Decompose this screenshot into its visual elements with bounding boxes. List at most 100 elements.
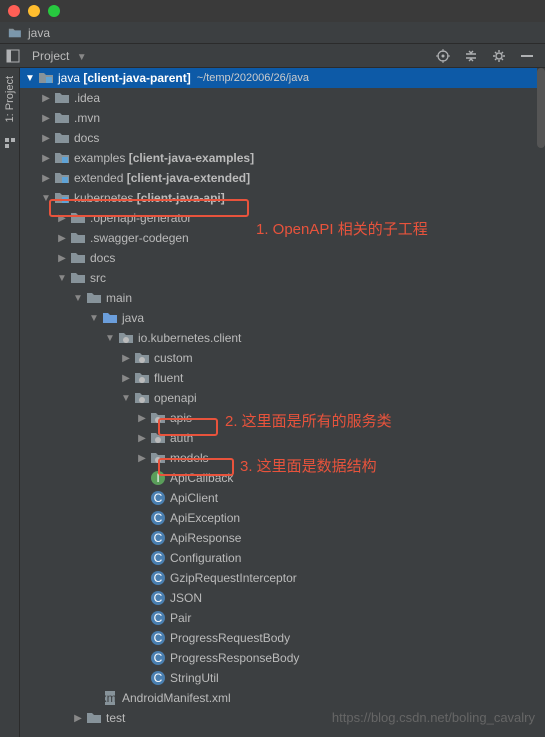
module-icon xyxy=(54,171,70,185)
tree-row[interactable]: C Pair xyxy=(20,608,545,628)
tree-row[interactable]: CConfiguration xyxy=(20,548,545,568)
minimize-button[interactable] xyxy=(28,5,40,17)
view-label: Project xyxy=(32,49,69,63)
node-label: models xyxy=(170,451,209,465)
breadcrumb[interactable]: java xyxy=(0,22,545,44)
tree-row[interactable]: CGzipRequestInterceptor xyxy=(20,568,545,588)
tree-row[interactable]: C ProgressResponseBody xyxy=(20,648,545,668)
tree-row[interactable]: ▶docs xyxy=(20,248,545,268)
tree-row[interactable]: ▶ apis xyxy=(20,408,545,428)
class-icon: C xyxy=(150,671,166,685)
node-label: examples [client-java-examples] xyxy=(74,151,254,165)
class-icon: C xyxy=(150,511,166,525)
tree-row[interactable]: ▼kubernetes [client-java-api] xyxy=(20,188,545,208)
xml-icon: xml xyxy=(102,691,118,705)
node-label: ApiException xyxy=(170,511,240,525)
expand-arrow[interactable]: ▼ xyxy=(72,293,84,304)
tree-row[interactable]: C ProgressRequestBody xyxy=(20,628,545,648)
tree-row[interactable]: ▶extended [client-java-extended] xyxy=(20,168,545,188)
node-label: main xyxy=(106,291,132,305)
tree-row[interactable]: ▶.mvn xyxy=(20,108,545,128)
expand-arrow[interactable]: ▶ xyxy=(56,233,68,244)
node-label: io.kubernetes.client xyxy=(138,331,241,345)
node-label: apis xyxy=(170,411,192,425)
project-tree[interactable]: ▼ java [client-java-parent] ~/temp/20200… xyxy=(20,68,545,737)
tree-row[interactable]: ▶ custom xyxy=(20,348,545,368)
expand-arrow[interactable]: ▶ xyxy=(40,133,52,144)
sidebar-tab-project[interactable]: 1: Project xyxy=(4,72,16,126)
tree-row[interactable]: xml AndroidManifest.xml xyxy=(20,688,545,708)
gear-icon[interactable] xyxy=(491,48,507,64)
expand-arrow[interactable]: ▼ xyxy=(104,333,116,344)
module-icon xyxy=(38,71,54,85)
node-label: Pair xyxy=(170,611,191,625)
tree-row[interactable]: ▼src xyxy=(20,268,545,288)
tree-row[interactable]: ▶ auth xyxy=(20,428,545,448)
tree-row[interactable]: C StringUtil xyxy=(20,668,545,688)
module-icon xyxy=(54,151,70,165)
close-button[interactable] xyxy=(8,5,20,17)
expand-arrow[interactable]: ▶ xyxy=(120,373,132,384)
expand-arrow[interactable]: ▶ xyxy=(40,173,52,184)
chevron-down-icon: ▼ xyxy=(77,52,87,63)
expand-arrow[interactable]: ▼ xyxy=(120,393,132,404)
expand-arrow[interactable]: ▶ xyxy=(56,253,68,264)
tree-row[interactable]: ▶.openapi-generator xyxy=(20,208,545,228)
tree-row[interactable]: CApiClient xyxy=(20,488,545,508)
tree-row[interactable]: ▶ examples [client-java-examples] xyxy=(20,148,545,168)
tree-row[interactable]: IApiCallback xyxy=(20,468,545,488)
expand-arrow[interactable]: ▼ xyxy=(56,273,68,284)
expand-arrow[interactable]: ▶ xyxy=(120,353,132,364)
svg-text:xml: xml xyxy=(102,691,118,705)
scrollbar-thumb[interactable] xyxy=(537,68,545,148)
view-selector[interactable]: Project ▼ xyxy=(32,49,87,63)
tree-row[interactable]: ▼ java xyxy=(20,308,545,328)
expand-arrow[interactable]: ▶ xyxy=(40,113,52,124)
tree-row[interactable]: CApiResponse xyxy=(20,528,545,548)
locate-icon[interactable] xyxy=(435,48,451,64)
node-label: docs xyxy=(74,131,99,145)
expand-arrow[interactable]: ▶ xyxy=(72,713,84,724)
node-label: java xyxy=(122,311,144,325)
svg-text:C: C xyxy=(154,511,163,525)
expand-arrow[interactable]: ▶ xyxy=(40,93,52,104)
node-label: ProgressRequestBody xyxy=(170,631,290,645)
hide-icon[interactable] xyxy=(519,48,535,64)
maximize-button[interactable] xyxy=(48,5,60,17)
collapse-icon[interactable] xyxy=(463,48,479,64)
tree-row[interactable]: ▼ main xyxy=(20,288,545,308)
node-label: ProgressResponseBody xyxy=(170,651,299,665)
node-label: custom xyxy=(154,351,193,365)
tree-row[interactable]: ▶fluent xyxy=(20,368,545,388)
structure-tab-icon[interactable] xyxy=(3,136,17,150)
tree-row[interactable]: ▶ models xyxy=(20,448,545,468)
tree-row[interactable]: ▼ openapi xyxy=(20,388,545,408)
node-label: openapi xyxy=(154,391,197,405)
svg-text:C: C xyxy=(154,651,163,665)
tree-row[interactable]: C ApiException xyxy=(20,508,545,528)
svg-text:C: C xyxy=(154,611,163,625)
expand-arrow[interactable]: ▼ xyxy=(40,193,52,204)
node-label: test xyxy=(106,711,125,725)
expand-arrow[interactable]: ▼ xyxy=(24,73,36,84)
left-gutter: 1: Project xyxy=(0,68,20,737)
expand-arrow[interactable]: ▶ xyxy=(136,413,148,424)
tree-row[interactable]: ▶.idea xyxy=(20,88,545,108)
expand-arrow[interactable]: ▶ xyxy=(56,213,68,224)
svg-text:C: C xyxy=(154,631,163,645)
expand-arrow[interactable]: ▼ xyxy=(88,313,100,324)
node-label: AndroidManifest.xml xyxy=(122,691,231,705)
node-label: StringUtil xyxy=(170,671,219,685)
expand-arrow[interactable]: ▶ xyxy=(40,153,52,164)
node-label: GzipRequestInterceptor xyxy=(170,571,297,585)
expand-arrow[interactable]: ▶ xyxy=(136,453,148,464)
tree-root[interactable]: ▼ java [client-java-parent] ~/temp/20200… xyxy=(20,68,545,88)
tree-row[interactable]: CJSON xyxy=(20,588,545,608)
scrollbar[interactable] xyxy=(537,68,545,737)
node-label: .swagger-codegen xyxy=(90,231,189,245)
tree-row[interactable]: ▶ .swagger-codegen xyxy=(20,228,545,248)
node-label: auth xyxy=(170,431,193,445)
expand-arrow[interactable]: ▶ xyxy=(136,433,148,444)
tree-row[interactable]: ▶ docs xyxy=(20,128,545,148)
tree-row[interactable]: ▼ io.kubernetes.client xyxy=(20,328,545,348)
